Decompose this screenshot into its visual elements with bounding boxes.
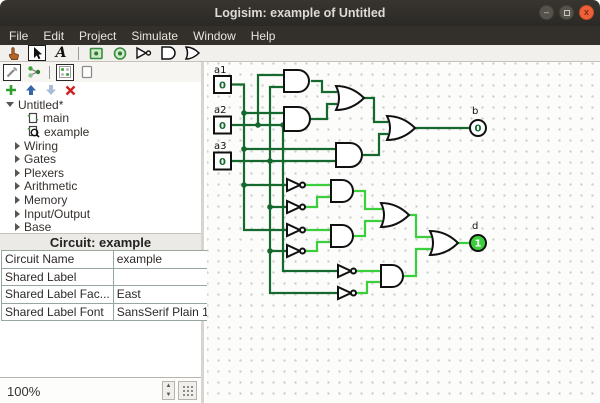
toolbox-icon[interactable] xyxy=(3,63,21,81)
tree-lib-memory[interactable]: Memory xyxy=(0,193,201,207)
svg-text:a2: a2 xyxy=(214,105,227,116)
simulation-tree-icon[interactable] xyxy=(25,64,43,81)
text-tool-icon[interactable]: A xyxy=(52,45,70,61)
svg-text:0: 0 xyxy=(219,121,226,132)
circuit-canvas[interactable]: a1 0 a2 0 a3 0 b 0 d 1 xyxy=(207,62,600,403)
poke-tool-icon[interactable] xyxy=(4,45,22,61)
svg-text:0: 0 xyxy=(475,124,482,135)
menu-help[interactable]: Help xyxy=(251,29,276,43)
svg-text:d: d xyxy=(472,221,478,232)
input-pin-a2[interactable]: a2 0 xyxy=(213,105,232,135)
svg-text:a1: a1 xyxy=(214,65,227,76)
svg-text:0: 0 xyxy=(219,81,226,92)
tree-lib-io[interactable]: Input/Output xyxy=(0,207,201,221)
maximize-button[interactable] xyxy=(559,5,574,20)
and-gate-5[interactable] xyxy=(330,224,354,248)
not-gate-5 xyxy=(337,263,357,279)
menu-file[interactable]: File xyxy=(9,29,28,43)
remove-circuit-icon[interactable] xyxy=(64,84,77,97)
tree-lib-base[interactable]: Base xyxy=(0,220,201,234)
grid-toggle-button[interactable] xyxy=(178,381,197,400)
zoom-bar: 100% ▲ ▼ xyxy=(0,377,201,403)
current-circuit-icon xyxy=(27,126,40,139)
svg-text:0: 0 xyxy=(219,157,226,168)
tree-lib-wiring[interactable]: Wiring xyxy=(0,139,201,153)
move-up-icon[interactable] xyxy=(24,84,37,97)
window-title: Logisim: example of Untitled xyxy=(214,6,386,20)
svg-text:a3: a3 xyxy=(214,141,227,152)
output-pin-d[interactable]: d 1 xyxy=(469,221,487,252)
menu-edit[interactable]: Edit xyxy=(43,29,64,43)
and-gate-6[interactable] xyxy=(380,264,404,288)
layout-icon[interactable] xyxy=(56,63,74,81)
not-gate-6 xyxy=(337,285,357,301)
zoom-value[interactable]: 100% xyxy=(7,384,40,399)
circuit-svg: a1 0 a2 0 a3 0 b 0 d 1 xyxy=(213,65,487,301)
not-gate-4 xyxy=(286,243,306,259)
menu-project[interactable]: Project xyxy=(79,29,116,43)
or-gate-tool-icon[interactable] xyxy=(183,45,201,61)
titlebar: Logisim: example of Untitled – x xyxy=(0,0,600,26)
table-row[interactable]: Shared Label Font SansSerif Plain 12 xyxy=(1,302,220,321)
and-gate-3[interactable] xyxy=(335,142,363,168)
input-pin-tool-icon[interactable] xyxy=(87,45,105,61)
tree-lib-arithmetic[interactable]: Arithmetic xyxy=(0,179,201,193)
circuit-actions xyxy=(0,83,201,97)
tree-lib-gates[interactable]: Gates xyxy=(0,152,201,166)
and-gate-2[interactable] xyxy=(283,106,311,132)
output-pin-b[interactable]: b 0 xyxy=(469,106,487,137)
logisim-window: Logisim: example of Untitled – x File Ed… xyxy=(0,0,600,403)
or-gate-1[interactable] xyxy=(334,84,366,112)
table-row[interactable]: Shared Label Fac... East xyxy=(1,285,220,304)
attribute-table: Circuit Name example Shared Label Shared… xyxy=(1,250,220,321)
and-gate-tool-icon[interactable] xyxy=(159,45,177,61)
wire-junctions xyxy=(241,110,286,254)
svg-text:b: b xyxy=(472,106,478,117)
menu-window[interactable]: Window xyxy=(193,29,236,43)
minimize-button[interactable]: – xyxy=(539,5,554,20)
expand-triangle-icon[interactable] xyxy=(15,182,20,191)
expand-triangle-icon[interactable] xyxy=(15,168,20,177)
input-pin-a1[interactable]: a1 0 xyxy=(213,65,232,94)
and-gate-1[interactable] xyxy=(283,69,310,93)
expand-triangle-icon[interactable] xyxy=(15,209,20,218)
tree-item-example[interactable]: example xyxy=(0,125,201,139)
tree-item-main[interactable]: main xyxy=(0,111,201,125)
table-row[interactable]: Shared Label xyxy=(1,267,220,286)
not-gate-2 xyxy=(286,199,306,215)
menu-simulate[interactable]: Simulate xyxy=(131,29,178,43)
appearance-icon[interactable] xyxy=(78,64,96,81)
toolbar-separator xyxy=(78,46,79,60)
attribute-panel-header: Circuit: example xyxy=(0,233,201,250)
expand-triangle-icon[interactable] xyxy=(15,223,20,232)
close-button[interactable]: x xyxy=(579,5,594,20)
or-gate-3[interactable] xyxy=(428,229,460,257)
tree-root[interactable]: Untitled* xyxy=(0,98,201,112)
main-toolbar: A xyxy=(0,45,600,62)
not-gate-1 xyxy=(286,177,306,193)
collapse-triangle-icon[interactable] xyxy=(6,102,14,108)
expand-triangle-icon[interactable] xyxy=(15,155,20,164)
table-row[interactable]: Circuit Name example xyxy=(1,250,220,269)
or-gate-2[interactable] xyxy=(379,201,411,229)
move-down-icon[interactable] xyxy=(44,84,57,97)
not-gate-3 xyxy=(286,222,306,238)
input-pin-a3[interactable]: a3 0 xyxy=(213,141,232,171)
explorer-toolbar xyxy=(0,62,201,82)
expand-triangle-icon[interactable] xyxy=(15,141,20,150)
add-circuit-icon[interactable] xyxy=(4,84,17,97)
explorer-toolbar-separator xyxy=(49,65,50,79)
svg-text:1: 1 xyxy=(475,239,482,250)
circuit-icon xyxy=(27,113,39,124)
zoom-spinner[interactable]: ▲ ▼ xyxy=(162,381,175,400)
or-gate-b[interactable] xyxy=(385,114,417,142)
output-pin-tool-icon[interactable] xyxy=(111,45,129,61)
not-gate-tool-icon[interactable] xyxy=(135,45,153,61)
menubar: File Edit Project Simulate Window Help xyxy=(0,26,600,45)
tree-lib-plexers[interactable]: Plexers xyxy=(0,166,201,180)
left-panel: Untitled* main example Wiring Gates Plex… xyxy=(0,62,220,403)
edit-tool-icon[interactable] xyxy=(28,45,46,61)
and-gate-4[interactable] xyxy=(330,179,354,203)
expand-triangle-icon[interactable] xyxy=(15,195,20,204)
